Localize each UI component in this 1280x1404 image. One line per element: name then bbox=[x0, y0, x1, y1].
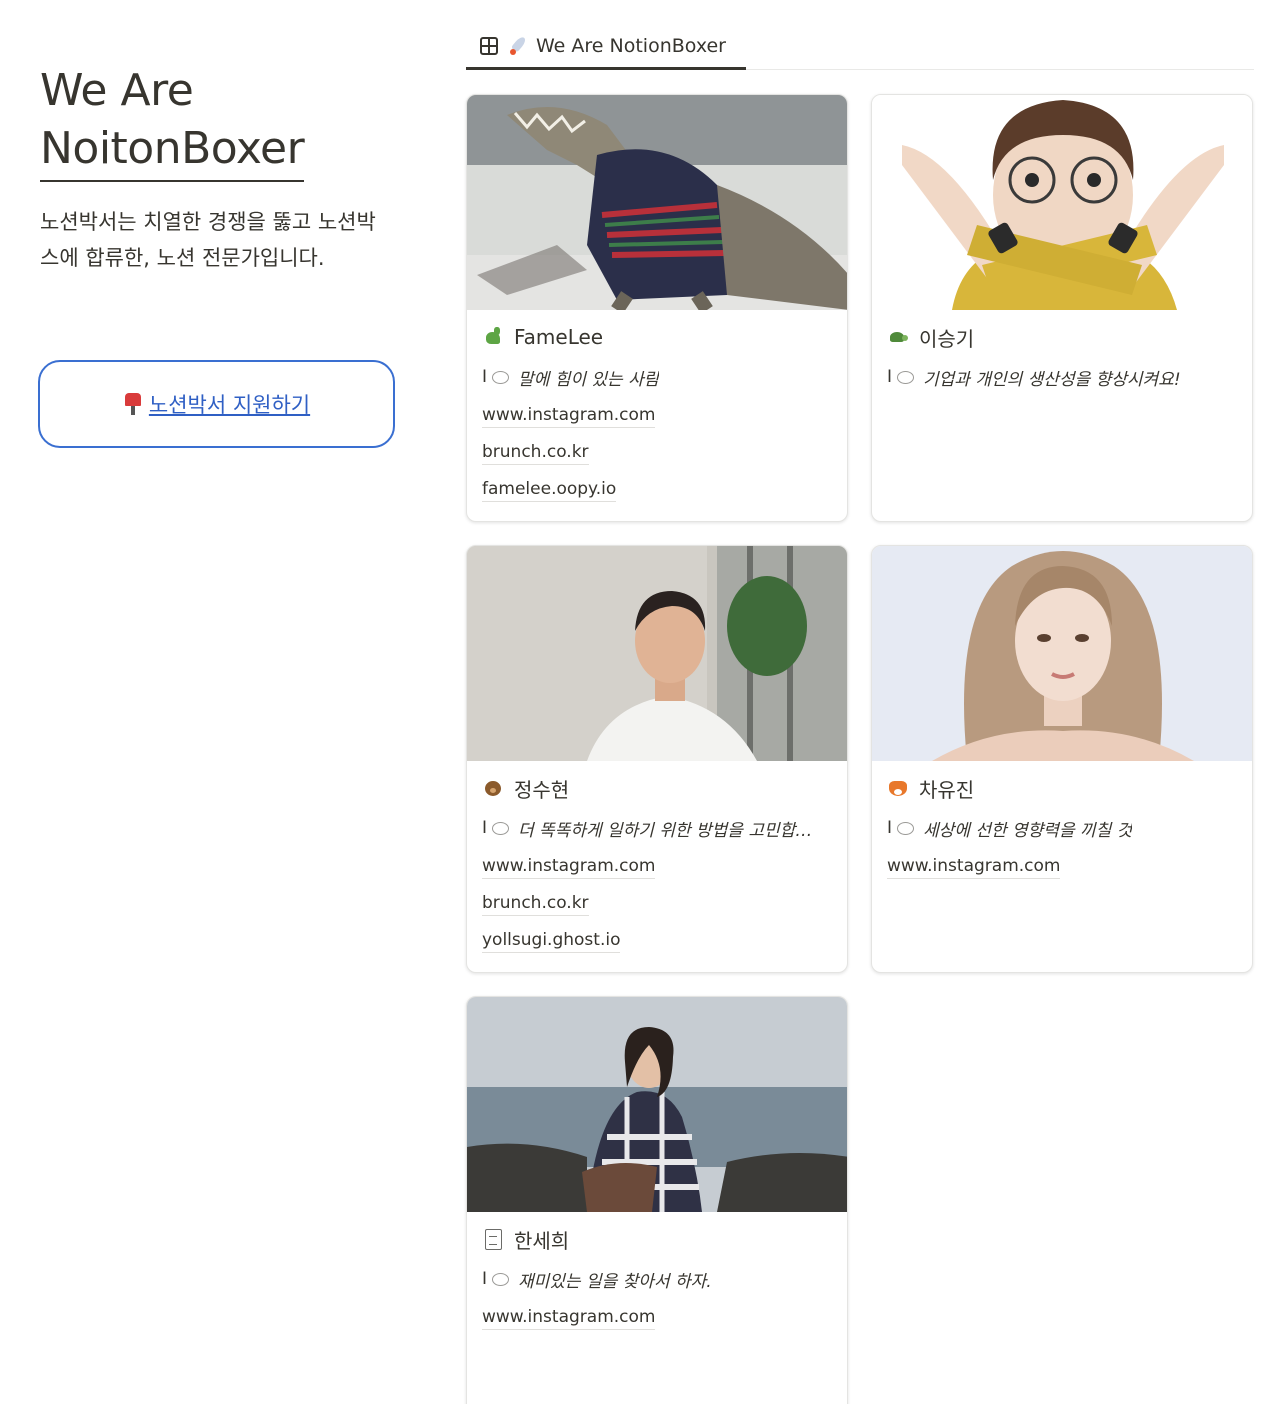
card-title: 한세희 bbox=[482, 1225, 832, 1253]
gallery-card-famelee[interactable]: FameLee I 말에 힘이 있는 사람 www.instagram.com … bbox=[466, 94, 848, 522]
fox-icon bbox=[887, 777, 909, 799]
card-name: FameLee bbox=[514, 325, 604, 349]
card-cover-image bbox=[467, 95, 847, 310]
quote-bar: I bbox=[887, 818, 893, 838]
quote-bar: I bbox=[482, 1269, 488, 1289]
card-link-brunch[interactable]: brunch.co.kr bbox=[482, 891, 589, 916]
quote-text: 말에 힘이 있는 사람 bbox=[518, 369, 660, 390]
document-icon bbox=[482, 1228, 504, 1250]
card-link-instagram[interactable]: www.instagram.com bbox=[887, 854, 1061, 879]
speech-bubble-icon bbox=[492, 1272, 510, 1286]
gallery-card-hansehui[interactable]: 한세희 I 재미있는 일을 찾아서 하자. www.instagram.com bbox=[466, 996, 848, 1404]
page-title: We Are NoitonBoxer bbox=[40, 62, 400, 182]
card-title: 차유진 bbox=[887, 774, 1237, 802]
view-tab-bar: We Are NotionBoxer bbox=[466, 24, 1254, 70]
rocket-icon bbox=[508, 36, 528, 56]
card-link-instagram[interactable]: www.instagram.com bbox=[482, 1305, 656, 1330]
card-link-instagram[interactable]: www.instagram.com bbox=[482, 854, 656, 879]
card-body: 한세희 I 재미있는 일을 찾아서 하자. www.instagram.com bbox=[482, 1225, 832, 1330]
quote-text: 기업과 개인의 생산성을 향상시켜요! bbox=[923, 369, 1181, 390]
card-cover-image bbox=[467, 997, 847, 1212]
apply-button[interactable]: 노션박서 지원하기 bbox=[38, 360, 395, 448]
card-body: FameLee I 말에 힘이 있는 사람 www.instagram.com … bbox=[482, 323, 832, 502]
bear-icon bbox=[482, 777, 504, 799]
card-quote: I 세상에 선한 영향력을 끼칠 것 bbox=[887, 816, 1237, 840]
quote-text: 세상에 선한 영향력을 끼칠 것 bbox=[923, 820, 1133, 841]
speech-bubble-icon bbox=[897, 821, 915, 835]
apply-button-label: 노션박서 지원하기 bbox=[148, 393, 311, 417]
quote-bar: I bbox=[482, 818, 488, 838]
card-link-ghost[interactable]: yollsugi.ghost.io bbox=[482, 928, 621, 953]
card-title: 정수현 bbox=[482, 774, 832, 802]
page-description: 노션박서는 치열한 경쟁을 뚫고 노션박스에 합류한, 노션 전문가입니다. bbox=[40, 210, 376, 270]
gallery-card-leeseunggi[interactable]: 이승기 I 기업과 개인의 생산성을 향상시켜요! bbox=[871, 94, 1253, 522]
card-title: FameLee bbox=[482, 323, 832, 351]
tab-label: We Are NotionBoxer bbox=[536, 34, 726, 57]
card-body: 정수현 I 더 똑똑하게 일하기 위한 방법을 고민합… www.instagr… bbox=[482, 774, 832, 953]
card-cover-image bbox=[872, 95, 1252, 310]
card-quote: I 말에 힘이 있는 사람 bbox=[482, 365, 832, 389]
card-name: 한세희 bbox=[514, 1228, 570, 1253]
speech-bubble-icon bbox=[897, 370, 915, 384]
quote-bar: I bbox=[887, 367, 893, 387]
turtle-icon bbox=[887, 326, 909, 348]
tab-gallery-view[interactable]: We Are NotionBoxer bbox=[466, 24, 746, 70]
card-name: 차유진 bbox=[919, 777, 975, 802]
dinosaur-icon bbox=[482, 326, 504, 348]
card-body: 차유진 I 세상에 선한 영향력을 끼칠 것 www.instagram.com bbox=[887, 774, 1237, 879]
speech-bubble-icon bbox=[492, 370, 510, 384]
title-line-1: We Are bbox=[40, 65, 194, 116]
quote-bar: I bbox=[482, 367, 488, 387]
card-name: 이승기 bbox=[919, 326, 975, 351]
card-quote: I 재미있는 일을 찾아서 하자. bbox=[482, 1267, 832, 1291]
card-cover-image bbox=[872, 546, 1252, 761]
gallery-card-jeongsuhyeon[interactable]: 정수현 I 더 똑똑하게 일하기 위한 방법을 고민합… www.instagr… bbox=[466, 545, 848, 973]
card-quote: I 더 똑똑하게 일하기 위한 방법을 고민합… bbox=[482, 816, 832, 840]
page-header: We Are NoitonBoxer 노션박서는 치열한 경쟁을 뚫고 노션박스… bbox=[40, 62, 400, 276]
gallery-view-icon bbox=[480, 36, 498, 55]
title-line-2: NoitonBoxer bbox=[40, 120, 305, 182]
card-cover-image bbox=[467, 546, 847, 761]
gallery-card-chayujin[interactable]: 차유진 I 세상에 선한 영향력을 끼칠 것 www.instagram.com bbox=[871, 545, 1253, 973]
mailbox-icon bbox=[123, 393, 143, 415]
card-link-oopy[interactable]: famelee.oopy.io bbox=[482, 477, 617, 502]
speech-bubble-icon bbox=[492, 821, 510, 835]
quote-text: 재미있는 일을 찾아서 하자. bbox=[518, 1271, 712, 1292]
card-name: 정수현 bbox=[514, 777, 570, 802]
quote-text: 더 똑똑하게 일하기 위한 방법을 고민합… bbox=[518, 820, 813, 841]
card-link-instagram[interactable]: www.instagram.com bbox=[482, 403, 656, 428]
card-title: 이승기 bbox=[887, 323, 1237, 351]
card-quote: I 기업과 개인의 생산성을 향상시켜요! bbox=[887, 365, 1237, 389]
card-link-brunch[interactable]: brunch.co.kr bbox=[482, 440, 589, 465]
card-body: 이승기 I 기업과 개인의 생산성을 향상시켜요! bbox=[887, 323, 1237, 390]
